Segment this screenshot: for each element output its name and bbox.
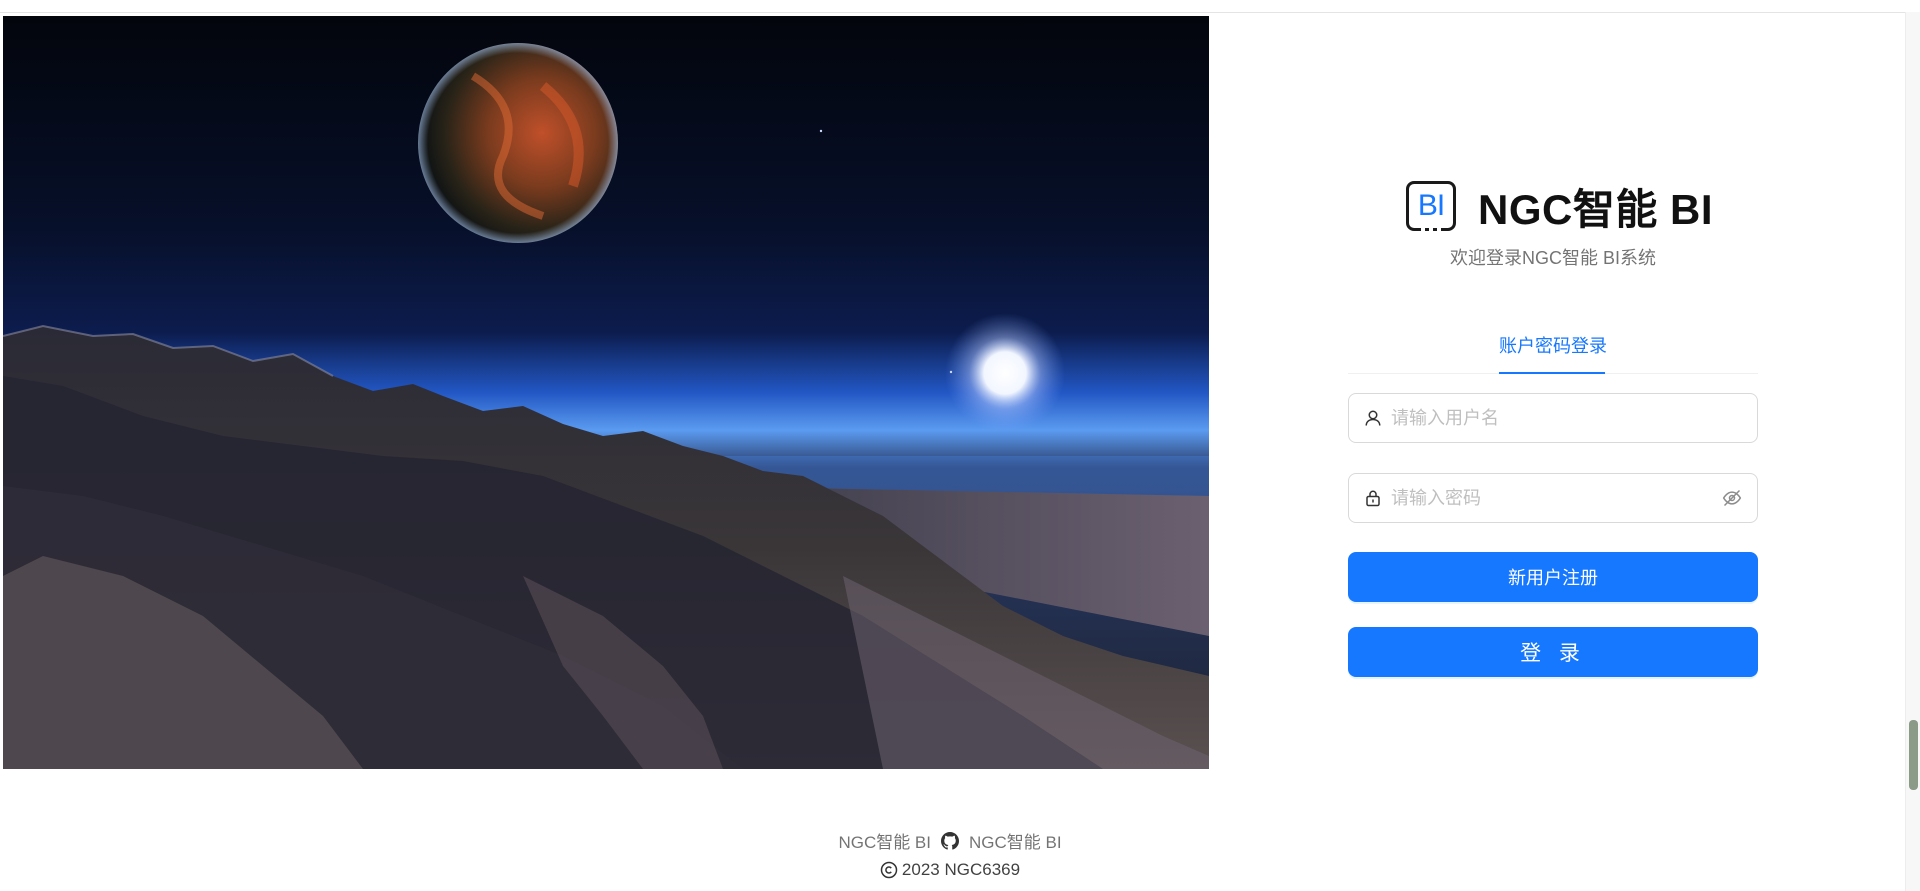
github-icon[interactable]	[941, 831, 959, 850]
username-field[interactable]	[1348, 393, 1758, 443]
bi-logo: BI	[1406, 181, 1456, 231]
top-divider	[0, 12, 1920, 13]
copyright: 2023 NGC6369	[0, 860, 1900, 880]
scrollbar-thumb[interactable]	[1909, 720, 1918, 790]
user-icon	[1363, 408, 1383, 428]
username-input[interactable]	[1389, 406, 1743, 430]
footer-link-right[interactable]: NGC智能 BI	[969, 828, 1062, 853]
login-subtitle: 欢迎登录NGC智能 BI系统	[1449, 248, 1656, 268]
login-button[interactable]: 登 录	[1348, 627, 1758, 677]
logo-dots	[1421, 228, 1445, 231]
brand-header: BI NGC智能 BI	[1406, 178, 1713, 234]
tab-account-password[interactable]: 账户密码登录	[1499, 332, 1607, 358]
password-field[interactable]	[1348, 473, 1758, 523]
bi-logo-text: BI	[1417, 189, 1445, 222]
login-tabs: 账户密码登录	[1348, 328, 1758, 374]
active-tab-indicator	[1499, 372, 1605, 374]
hero-image	[3, 16, 1209, 769]
copyright-text: 2023 NGC6369	[901, 860, 1021, 879]
footer-links: NGC智能 BI NGC智能 BI	[0, 828, 1900, 853]
lock-icon	[1363, 488, 1383, 508]
eye-invisible-icon[interactable]	[1721, 487, 1743, 509]
register-button[interactable]: 新用户注册	[1348, 552, 1758, 602]
password-input[interactable]	[1389, 486, 1721, 510]
page-scrollbar[interactable]	[1905, 12, 1920, 891]
footer-link-left[interactable]: NGC智能 BI	[838, 828, 931, 853]
copyright-icon	[880, 861, 898, 879]
brand-title: NGC智能 BI	[1478, 185, 1714, 233]
